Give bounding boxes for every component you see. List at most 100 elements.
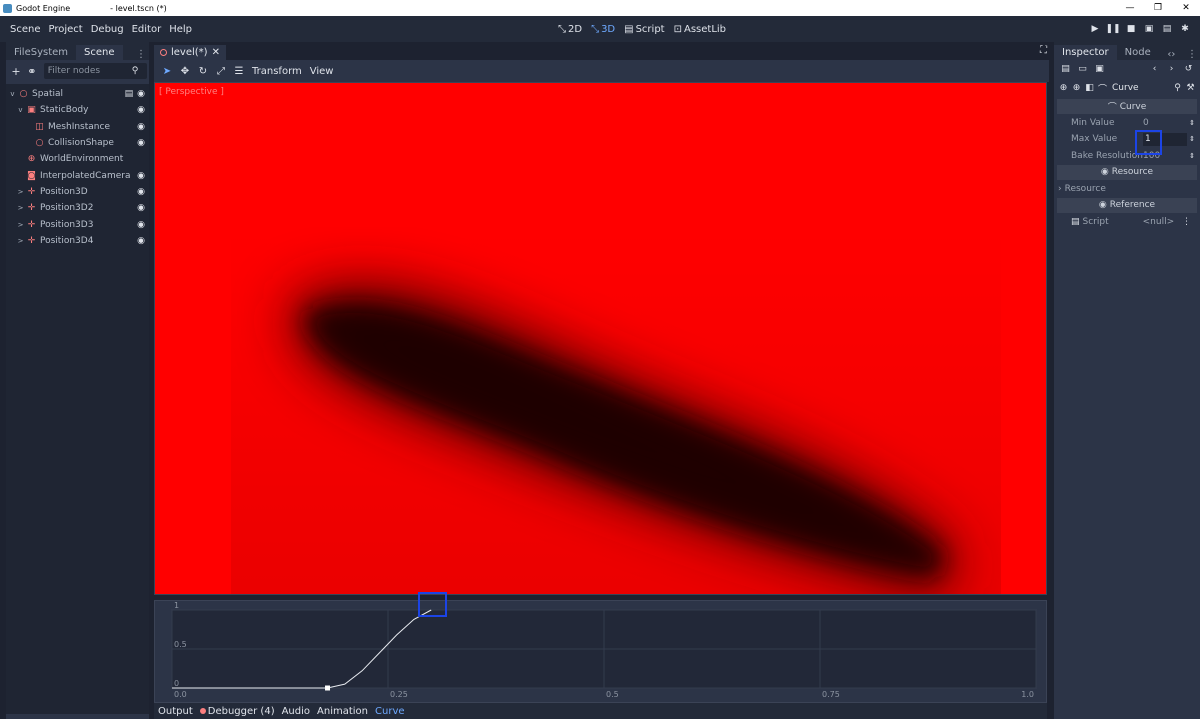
scene-tab-level[interactable]: level(*) ✕ <box>154 45 226 60</box>
section-reference[interactable]: ◉ Reference <box>1057 197 1197 213</box>
chevron-right-icon[interactable]: > <box>16 204 25 212</box>
prop-script[interactable]: ▤ Script <null> ⋮ <box>1057 214 1197 231</box>
tab-scene[interactable]: Scene <box>76 45 123 60</box>
tab-scroll-icon[interactable]: ‹› <box>1164 49 1178 60</box>
curve-icon: ⌒ <box>1107 103 1117 113</box>
view-menu[interactable]: View <box>306 66 338 77</box>
spinner-icon[interactable]: ⇕ <box>1189 119 1195 127</box>
3d-viewport[interactable]: [ Perspective ] <box>154 82 1047 595</box>
mode-2d-button[interactable]: ⤡ 2D <box>558 24 582 35</box>
scale-tool-icon[interactable]: ⤢ <box>212 66 230 77</box>
new-resource-icon[interactable]: ▤ <box>1057 64 1074 74</box>
close-button[interactable]: ✕ <box>1172 0 1200 16</box>
dock-menu-icon[interactable]: ⋮ <box>133 49 149 60</box>
tools-icon[interactable]: ⚒ <box>1184 83 1197 93</box>
move-tool-icon[interactable]: ✥ <box>176 66 194 77</box>
script-value[interactable]: <null> <box>1143 217 1175 227</box>
object-icon[interactable]: ⊕ <box>1057 83 1070 93</box>
prop-bake-resolution[interactable]: Bake Resolution 100 ⇕ <box>1057 148 1197 164</box>
tree-item-spatial[interactable]: v ○ Spatial ▤ ◉ <box>6 86 149 102</box>
spinner-icon[interactable]: ⇕ <box>1189 152 1195 160</box>
menu-scene[interactable]: Scene <box>6 24 45 35</box>
prop-min-value[interactable]: Min Value 0 ⇕ <box>1057 115 1197 131</box>
tab-filesystem[interactable]: FileSystem <box>6 45 76 60</box>
play-custom-scene-icon[interactable]: ▤ <box>1158 24 1176 34</box>
tab-animation[interactable]: Animation <box>317 706 368 717</box>
tab-audio[interactable]: Audio <box>282 706 310 717</box>
history-icon[interactable]: ↺ <box>1180 64 1197 74</box>
add-node-icon[interactable]: + <box>8 65 24 78</box>
distraction-free-icon[interactable]: ⛶ <box>1040 45 1047 56</box>
tab-node[interactable]: Node <box>1117 45 1159 60</box>
select-tool-icon[interactable]: ➤ <box>158 66 176 77</box>
min-value-field[interactable]: 0 <box>1143 118 1183 128</box>
mode-script-button[interactable]: ▤ Script <box>624 24 664 35</box>
dock-menu-icon[interactable]: ⋮ <box>1184 49 1200 60</box>
chevron-right-icon[interactable]: > <box>16 221 25 229</box>
instance-scene-icon[interactable]: ⚭ <box>24 65 40 78</box>
eye-icon[interactable]: ◉ <box>137 236 145 246</box>
pause-icon[interactable]: ❚❚ <box>1104 24 1122 34</box>
tree-item-position3d2[interactable]: > ✛ Position3D2 ◉ <box>6 200 149 216</box>
tab-output[interactable]: Output <box>158 706 193 717</box>
prop-max-value[interactable]: Max Value 1 ⇕ <box>1057 131 1197 147</box>
chevron-down-icon[interactable]: v <box>16 106 25 114</box>
eye-icon[interactable]: ◉ <box>137 138 145 148</box>
save-resource-icon[interactable]: ▣ <box>1091 64 1108 74</box>
tree-item-meshinstance[interactable]: ◫ MeshInstance ◉ <box>6 119 149 135</box>
godot-logo-icon <box>3 3 12 13</box>
load-resource-icon[interactable]: ▭ <box>1074 64 1091 74</box>
list-select-icon[interactable]: ☰ <box>230 66 248 77</box>
back-icon[interactable]: ‹ <box>1146 64 1163 74</box>
filter-nodes-input[interactable] <box>47 66 132 76</box>
tree-item-worldenvironment[interactable]: ⊕ WorldEnvironment <box>6 151 149 167</box>
eye-icon[interactable]: ◉ <box>137 187 145 197</box>
kebab-menu-icon[interactable]: ⋮ <box>1182 217 1191 227</box>
section-resource[interactable]: ◉ Resource <box>1057 164 1197 180</box>
world-icon[interactable]: ⊕ <box>1070 83 1083 93</box>
stop-icon[interactable]: ■ <box>1122 24 1140 34</box>
curve-control-point[interactable] <box>325 685 331 691</box>
maximize-button[interactable]: ❐ <box>1144 0 1172 16</box>
eye-icon[interactable]: ◉ <box>137 203 145 213</box>
eye-icon[interactable]: ◉ <box>137 89 145 99</box>
sub-resource-group[interactable]: › Resource <box>1057 181 1197 197</box>
rotate-tool-icon[interactable]: ↻ <box>194 66 212 77</box>
menu-debug[interactable]: Debug <box>87 24 128 35</box>
minimize-button[interactable]: — <box>1116 0 1144 16</box>
chevron-right-icon[interactable]: > <box>16 237 25 245</box>
chevron-down-icon[interactable]: v <box>8 90 17 98</box>
mode-assetlib-button[interactable]: ⊡ AssetLib <box>674 24 726 35</box>
play-scene-icon[interactable]: ▣ <box>1140 24 1158 34</box>
forward-icon[interactable]: › <box>1163 64 1180 74</box>
play-icon[interactable]: ▶ <box>1086 24 1104 34</box>
search-icon[interactable]: ⚲ <box>1171 83 1184 93</box>
eye-icon[interactable]: ◉ <box>137 122 145 132</box>
tab-debugger[interactable]: Debugger (4) <box>199 706 275 717</box>
perspective-label[interactable]: [ Perspective ] <box>159 87 224 97</box>
transform-menu[interactable]: Transform <box>248 66 306 77</box>
tree-item-position3d4[interactable]: > ✛ Position3D4 ◉ <box>6 233 149 249</box>
curve-editor[interactable]: 1 0.5 0 0.0 0.25 0.5 0.75 1.0 <box>154 600 1047 703</box>
script-icon[interactable]: ▤ <box>125 89 134 99</box>
mode-3d-button[interactable]: ⤡ 3D <box>591 24 615 35</box>
close-tab-icon[interactable]: ✕ <box>212 47 220 58</box>
resource-icon[interactable]: ◧ <box>1083 83 1096 93</box>
tab-inspector[interactable]: Inspector <box>1054 45 1117 60</box>
tree-item-interpolatedcamera[interactable]: ◙ InterpolatedCamera ◉ <box>6 167 149 183</box>
tree-item-collisionshape[interactable]: ○ CollisionShape ◉ <box>6 135 149 151</box>
eye-icon[interactable]: ◉ <box>137 220 145 230</box>
tree-item-position3d3[interactable]: > ✛ Position3D3 ◉ <box>6 216 149 232</box>
menu-project[interactable]: Project <box>45 24 87 35</box>
tree-item-position3d[interactable]: > ✛ Position3D ◉ <box>6 184 149 200</box>
eye-icon[interactable]: ◉ <box>137 105 145 115</box>
menu-help[interactable]: Help <box>165 24 196 35</box>
tree-item-staticbody[interactable]: v ▣ StaticBody ◉ <box>6 102 149 118</box>
spinner-icon[interactable]: ⇕ <box>1189 135 1195 143</box>
menu-editor[interactable]: Editor <box>128 24 166 35</box>
chevron-right-icon[interactable]: > <box>16 188 25 196</box>
tab-curve[interactable]: Curve <box>375 706 405 717</box>
scene-panel: + ⚭ ⚲ v○Spatial▤◉v▣StaticBody◉◫MeshInsta… <box>6 60 149 719</box>
eye-icon[interactable]: ◉ <box>137 171 145 181</box>
section-curve[interactable]: ⌒ Curve <box>1057 99 1197 114</box>
